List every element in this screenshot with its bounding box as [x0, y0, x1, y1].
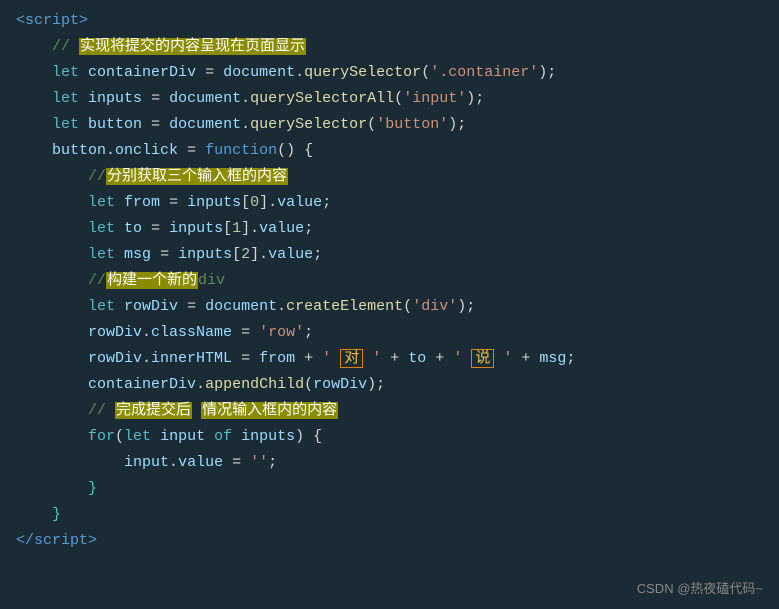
code-editor: <script> // 实现将提交的内容呈现在页面显示 let containe… — [0, 0, 779, 609]
code-line-7: //分别获取三个输入框的内容 — [16, 164, 779, 190]
code-line-10: let msg = inputs[2].value; — [16, 242, 779, 268]
code-line-17: for(let input of inputs) { — [16, 424, 779, 450]
code-line-18: input.value = ''; — [16, 450, 779, 476]
code-line-4: let inputs = document.querySelectorAll('… — [16, 86, 779, 112]
code-line-8: let from = inputs[0].value; — [16, 190, 779, 216]
code-line-16: // 完成提交后 情况输入框内的内容 — [16, 398, 779, 424]
code-line-9: let to = inputs[1].value; — [16, 216, 779, 242]
code-line-19: } — [16, 476, 779, 502]
code-line-14: rowDiv.innerHTML = from + ' 对 ' + to + '… — [16, 346, 779, 372]
code-line-2: // 实现将提交的内容呈现在页面显示 — [16, 34, 779, 60]
code-line-12: let rowDiv = document.createElement('div… — [16, 294, 779, 320]
code-line-21: </script> — [16, 528, 779, 554]
code-line-15: containerDiv.appendChild(rowDiv); — [16, 372, 779, 398]
code-line-6: button.onclick = function() { — [16, 138, 779, 164]
code-line-3: let containerDiv = document.querySelecto… — [16, 60, 779, 86]
watermark: CSDN @热夜磕代码~ — [637, 578, 763, 597]
code-line-1: <script> — [16, 8, 779, 34]
code-line-11: //构建一个新的div — [16, 268, 779, 294]
code-line-13: rowDiv.className = 'row'; — [16, 320, 779, 346]
code-line-5: let button = document.querySelector('but… — [16, 112, 779, 138]
code-line-20: } — [16, 502, 779, 528]
